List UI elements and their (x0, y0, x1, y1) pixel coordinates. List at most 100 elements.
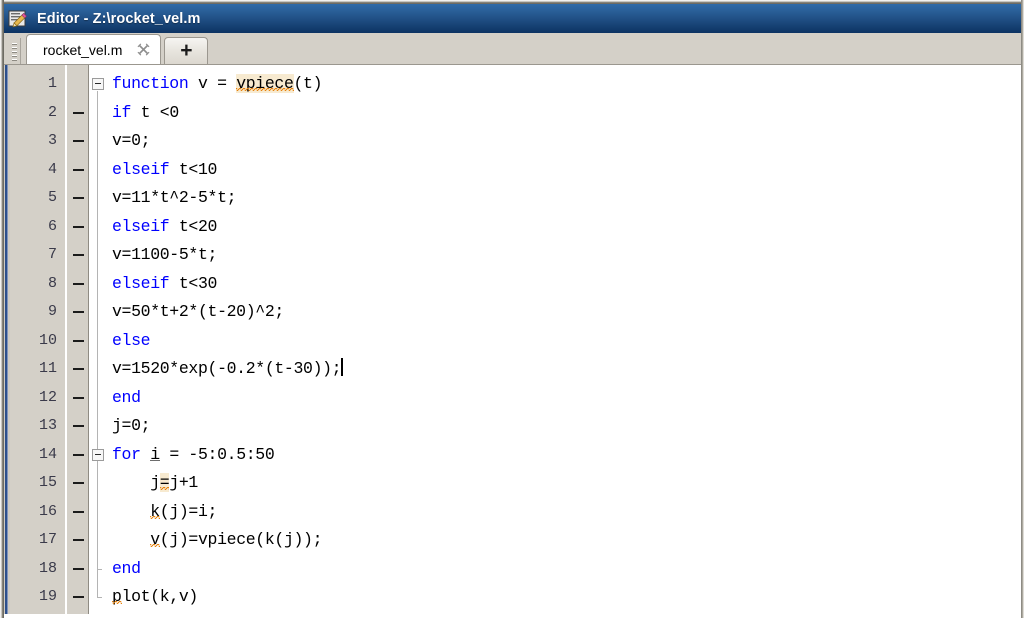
code-line[interactable]: elseif t<10 (90, 156, 1021, 185)
breakpoint-dash-icon[interactable] (73, 368, 84, 370)
breakpoint-dash-icon[interactable] (73, 510, 84, 513)
breakpoint-dash-icon[interactable] (73, 282, 84, 285)
breakpoint-row[interactable] (67, 355, 88, 384)
breakpoint-dash-icon[interactable] (73, 111, 84, 114)
code-line-text: v=50*t+2*(t-20)^2; (112, 298, 284, 327)
code-line-text: else (112, 327, 151, 356)
code-line-text: end (112, 555, 141, 584)
code-line[interactable]: elseif t<30 (90, 270, 1021, 299)
breakpoint-row[interactable] (67, 412, 88, 441)
code-line-text: v=1520*exp(-0.2*(t-30)); (112, 355, 343, 384)
code-token: j=0; (112, 416, 151, 435)
breakpoint-row[interactable] (67, 498, 88, 527)
code-keyword: elseif (112, 216, 170, 236)
line-number-gutter: 1234567891011121314151617181920 (10, 65, 66, 614)
code-text-area[interactable]: function v = vpiece(t) if t <0 v=0; elseif … (90, 65, 1021, 614)
code-line[interactable]: end (90, 384, 1021, 413)
line-number: 8 (47, 274, 57, 292)
breakpoint-dash-icon[interactable] (73, 539, 84, 541)
breakpoint-row[interactable] (67, 241, 88, 270)
breakpoint-dash-icon[interactable] (73, 254, 84, 256)
breakpoint-dash-icon[interactable] (73, 453, 84, 456)
breakpoint-dash-icon[interactable] (73, 482, 84, 484)
code-line-text: end (112, 384, 141, 413)
breakpoint-row[interactable] (67, 70, 88, 99)
title-bar[interactable]: Editor - Z:\rocket_vel.m (4, 4, 1021, 33)
breakpoint-row[interactable] (67, 327, 88, 356)
code-line[interactable]: elseif t<20 (90, 213, 1021, 242)
breakpoint-dash-icon[interactable] (73, 168, 84, 171)
code-line[interactable]: j=0; (90, 412, 1021, 441)
line-number: 4 (47, 160, 57, 178)
breakpoint-row[interactable] (67, 612, 88, 615)
code-line[interactable]: v=0; (90, 127, 1021, 156)
breakpoint-gutter[interactable] (67, 65, 89, 614)
code-line-text: elseif t<10 (112, 156, 217, 185)
breakpoint-row[interactable] (67, 127, 88, 156)
code-token: v=0; (112, 131, 151, 150)
breakpoint-row[interactable] (67, 213, 88, 242)
code-line-text: if t <0 (112, 99, 179, 128)
code-line[interactable]: plot(k,v) (90, 583, 1021, 612)
code-token: (j)=i; (159, 501, 218, 521)
code-line-text: plot(k,v) (112, 583, 198, 612)
breakpoint-row[interactable] (67, 99, 88, 128)
code-line[interactable]: k(j)=i; (90, 498, 1021, 527)
tab-rocket-vel-m[interactable]: rocket_vel.m (26, 34, 162, 64)
breakpoint-dash-icon[interactable] (73, 425, 84, 427)
code-line[interactable]: end (90, 555, 1021, 584)
code-line[interactable]: v(j)=vpiece(k(j)); (90, 526, 1021, 555)
code-keyword: elseif (112, 159, 170, 179)
fold-mid-tick (97, 568, 102, 570)
new-tab-button[interactable]: + (164, 37, 209, 64)
code-line[interactable]: v=50*t+2*(t-20)^2; (90, 298, 1021, 327)
line-number: 1 (47, 75, 57, 92)
code-line-text: v=11*t^2-5*t; (112, 184, 237, 213)
fold-collapse-icon[interactable] (92, 448, 104, 461)
breakpoint-dash-icon[interactable] (73, 567, 84, 570)
breakpoint-row[interactable] (67, 441, 88, 470)
code-token: v=11*t^2-5*t; (112, 188, 237, 207)
drag-grip-icon[interactable] (10, 38, 21, 64)
code-line[interactable]: function v = vpiece(t) (90, 70, 1021, 99)
code-line[interactable]: v=1100-5*t; (90, 241, 1021, 270)
breakpoint-row[interactable] (67, 583, 88, 612)
line-number: 13 (38, 417, 57, 434)
breakpoint-dash-icon[interactable] (73, 596, 84, 598)
breakpoint-row[interactable] (67, 156, 88, 185)
line-number: 14 (38, 445, 57, 463)
breakpoint-dash-icon[interactable] (73, 197, 84, 199)
code-line[interactable]: if t <0 (90, 99, 1021, 128)
code-keyword: else (112, 330, 151, 350)
code-editor[interactable]: 1234567891011121314151617181920 function… (4, 65, 1021, 614)
code-line[interactable]: v=1520*exp(-0.2*(t-30)); (90, 355, 1021, 384)
breakpoint-row[interactable] (67, 184, 88, 213)
breakpoint-dash-icon[interactable] (73, 225, 84, 228)
breakpoint-row[interactable] (67, 298, 88, 327)
breakpoint-row[interactable] (67, 555, 88, 584)
line-number: 6 (47, 217, 57, 235)
code-line[interactable]: else (90, 327, 1021, 356)
breakpoint-dash-icon[interactable] (73, 396, 84, 399)
breakpoint-row[interactable] (67, 270, 88, 299)
code-token: v = (188, 74, 237, 93)
code-line[interactable]: for i = -5:0.5:50 (90, 441, 1021, 470)
code-line[interactable] (90, 612, 1021, 615)
code-token: j (112, 473, 160, 492)
code-line[interactable]: j=j+1 (90, 469, 1021, 498)
breakpoint-row[interactable] (67, 469, 88, 498)
close-x-icon[interactable] (136, 43, 150, 57)
line-number-row: 12 (10, 384, 65, 413)
breakpoint-row[interactable] (67, 384, 88, 413)
breakpoint-dash-icon[interactable] (73, 339, 84, 342)
code-warning-token: k (150, 501, 160, 521)
fold-collapse-icon[interactable] (92, 78, 104, 90)
breakpoint-dash-icon[interactable] (73, 140, 84, 142)
breakpoint-row[interactable] (67, 526, 88, 555)
line-number-row: 11 (10, 355, 65, 384)
code-warning-token: p (112, 587, 122, 606)
breakpoint-dash-icon[interactable] (73, 311, 84, 313)
code-line[interactable]: v=11*t^2-5*t; (90, 184, 1021, 213)
window-title: Editor - Z:\rocket_vel.m (37, 10, 201, 27)
